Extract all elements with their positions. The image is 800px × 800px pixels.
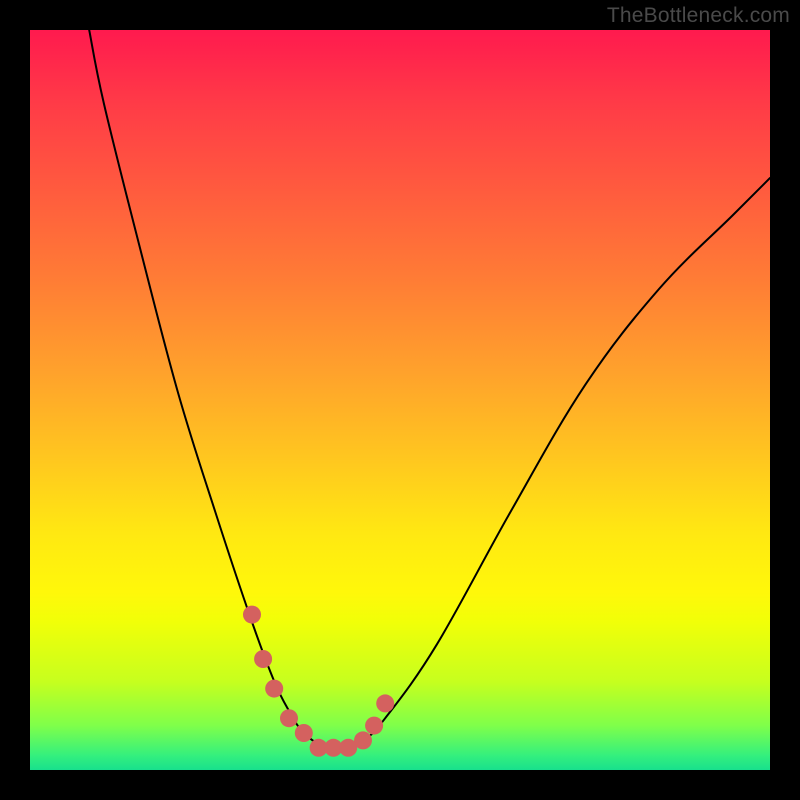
plot-area — [30, 30, 770, 770]
highlight-dot — [254, 650, 272, 668]
chart-frame: TheBottleneck.com — [0, 0, 800, 800]
highlight-dots-group — [243, 606, 394, 757]
highlight-dot — [243, 606, 261, 624]
highlight-dot — [265, 680, 283, 698]
highlight-dot — [365, 717, 383, 735]
watermark-label: TheBottleneck.com — [607, 4, 790, 28]
bottleneck-curve — [89, 30, 770, 749]
highlight-dot — [354, 731, 372, 749]
highlight-dot — [376, 694, 394, 712]
highlight-dot — [295, 724, 313, 742]
curve-layer — [30, 30, 770, 770]
highlight-dot — [280, 709, 298, 727]
